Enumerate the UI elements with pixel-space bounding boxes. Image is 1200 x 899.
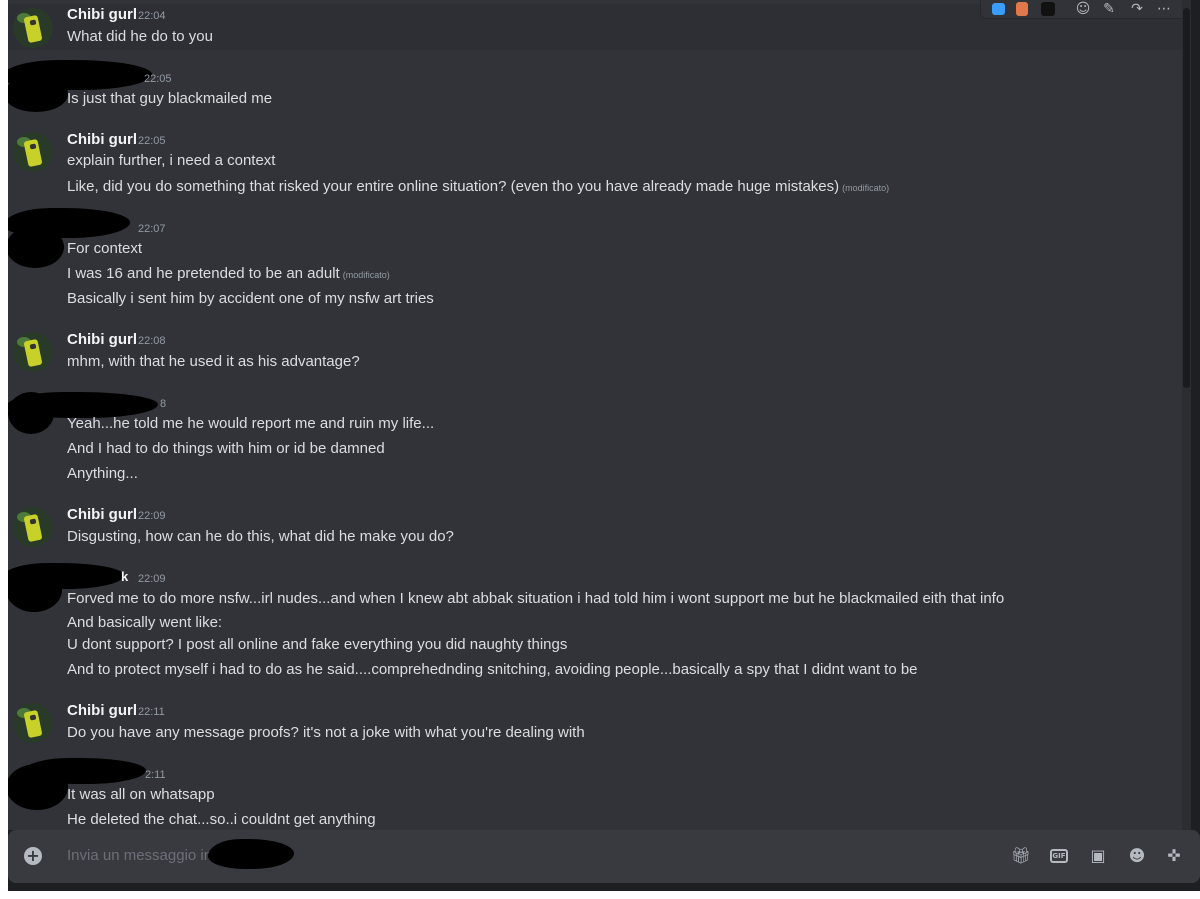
message-text: Anything... [67, 465, 138, 482]
message-text: I was 16 and he pretended to be an adult… [67, 265, 390, 282]
message-text: explain further, i need a context [67, 152, 276, 169]
app-icon-blue[interactable] [990, 1, 1006, 17]
redacted-avatar-scribble [8, 568, 62, 612]
message-text: What did he do to you [67, 28, 213, 45]
message-author[interactable]: Chibi gurl [67, 702, 137, 719]
scrollbar-thumb[interactable] [1183, 8, 1190, 388]
message-list: Chibi gurl 22:04 What did he do to you 2… [8, 0, 1191, 830]
message-text: He deleted the chat...so..i couldnt get … [67, 811, 376, 828]
message-text: And I had to do things with him or id be… [67, 440, 385, 457]
app-icon-orange[interactable] [1014, 1, 1030, 17]
message-text: And basically went like: [67, 614, 223, 631]
message-text: mhm, with that he used it as his advanta… [67, 353, 360, 370]
forward-icon[interactable]: ↷ [1129, 1, 1145, 17]
avatar[interactable] [13, 332, 53, 372]
message-text: Do you have any message proofs? it's not… [67, 724, 585, 741]
message-actions-toolbar: ☺ ✎ ↷ ⋯ [980, 0, 1191, 19]
emoji-icon[interactable]: ☻ [1126, 845, 1148, 867]
activities-icon[interactable]: ✜ [1163, 845, 1185, 867]
sticker-icon[interactable]: ▣ [1087, 845, 1109, 867]
message-timestamp[interactable]: 8 [160, 398, 166, 410]
message-text: Is just that guy blackmailed me [67, 90, 273, 107]
avatar[interactable] [13, 507, 53, 547]
redacted-channel-scribble [208, 839, 294, 869]
avatar[interactable] [13, 8, 53, 48]
more-icon[interactable]: ⋯ [1156, 1, 1172, 17]
message-text: Basically i sent him by accident one of … [67, 290, 434, 307]
message-input[interactable]: Invia un messaggio in [67, 847, 212, 864]
message-timestamp[interactable]: 2:11 [145, 769, 166, 781]
redacted-avatar-scribble [8, 392, 54, 434]
edit-icon[interactable]: ✎ [1101, 1, 1117, 17]
message-composer: + Invia un messaggio in 🎁︎ GIF ▣ ☻ ✜ [8, 830, 1200, 883]
avatar[interactable] [13, 703, 53, 743]
message-timestamp[interactable]: 22:11 [138, 706, 165, 718]
message-timestamp[interactable]: 22:05 [138, 135, 166, 147]
message-author[interactable]: Chibi gurl [67, 506, 137, 523]
redacted-avatar-scribble [8, 76, 68, 112]
message-timestamp[interactable]: 22:09 [138, 510, 166, 522]
message-text: For context [67, 240, 143, 257]
redacted-avatar-scribble [8, 226, 64, 268]
message-timestamp[interactable]: 22:08 [138, 335, 166, 347]
message-timestamp[interactable]: 22:05 [144, 73, 172, 85]
message-timestamp[interactable]: 22:04 [138, 10, 166, 22]
message-author[interactable]: k [121, 569, 128, 584]
message-text: Like, did you do something that risked y… [67, 178, 890, 195]
message-text: It was all on whatsapp [67, 786, 215, 803]
gift-icon[interactable]: 🎁︎ [1010, 845, 1032, 867]
scrollbar[interactable] [1182, 0, 1191, 830]
edited-marker: (modificato) [342, 270, 390, 280]
app-icon-dark[interactable] [1040, 1, 1056, 17]
message-author[interactable]: Chibi gurl [67, 331, 137, 348]
message-text: And to protect myself i had to do as he … [67, 661, 918, 678]
message-text: Yeah...he told me he would report me and… [67, 415, 435, 432]
message-timestamp[interactable]: 22:09 [138, 573, 166, 585]
gif-icon[interactable]: GIF [1050, 849, 1068, 863]
add-reaction-icon[interactable]: ☺ [1075, 1, 1091, 17]
redacted-avatar-scribble [8, 764, 68, 810]
message-timestamp[interactable]: 22:07 [138, 223, 166, 235]
message-author[interactable]: Chibi gurl [67, 6, 137, 23]
avatar[interactable] [13, 132, 53, 172]
message-text: Forved me to do more nsfw...irl nudes...… [67, 590, 1005, 607]
edited-marker: (modificato) [842, 183, 890, 193]
message-author[interactable]: Chibi gurl [67, 131, 137, 148]
message-text: U dont support? I post all online and fa… [67, 636, 568, 653]
discord-window: Chibi gurl 22:04 What did he do to you 2… [8, 0, 1200, 891]
message-text: Disgusting, how can he do this, what did… [67, 528, 454, 545]
add-attachment-icon[interactable]: + [24, 847, 42, 865]
